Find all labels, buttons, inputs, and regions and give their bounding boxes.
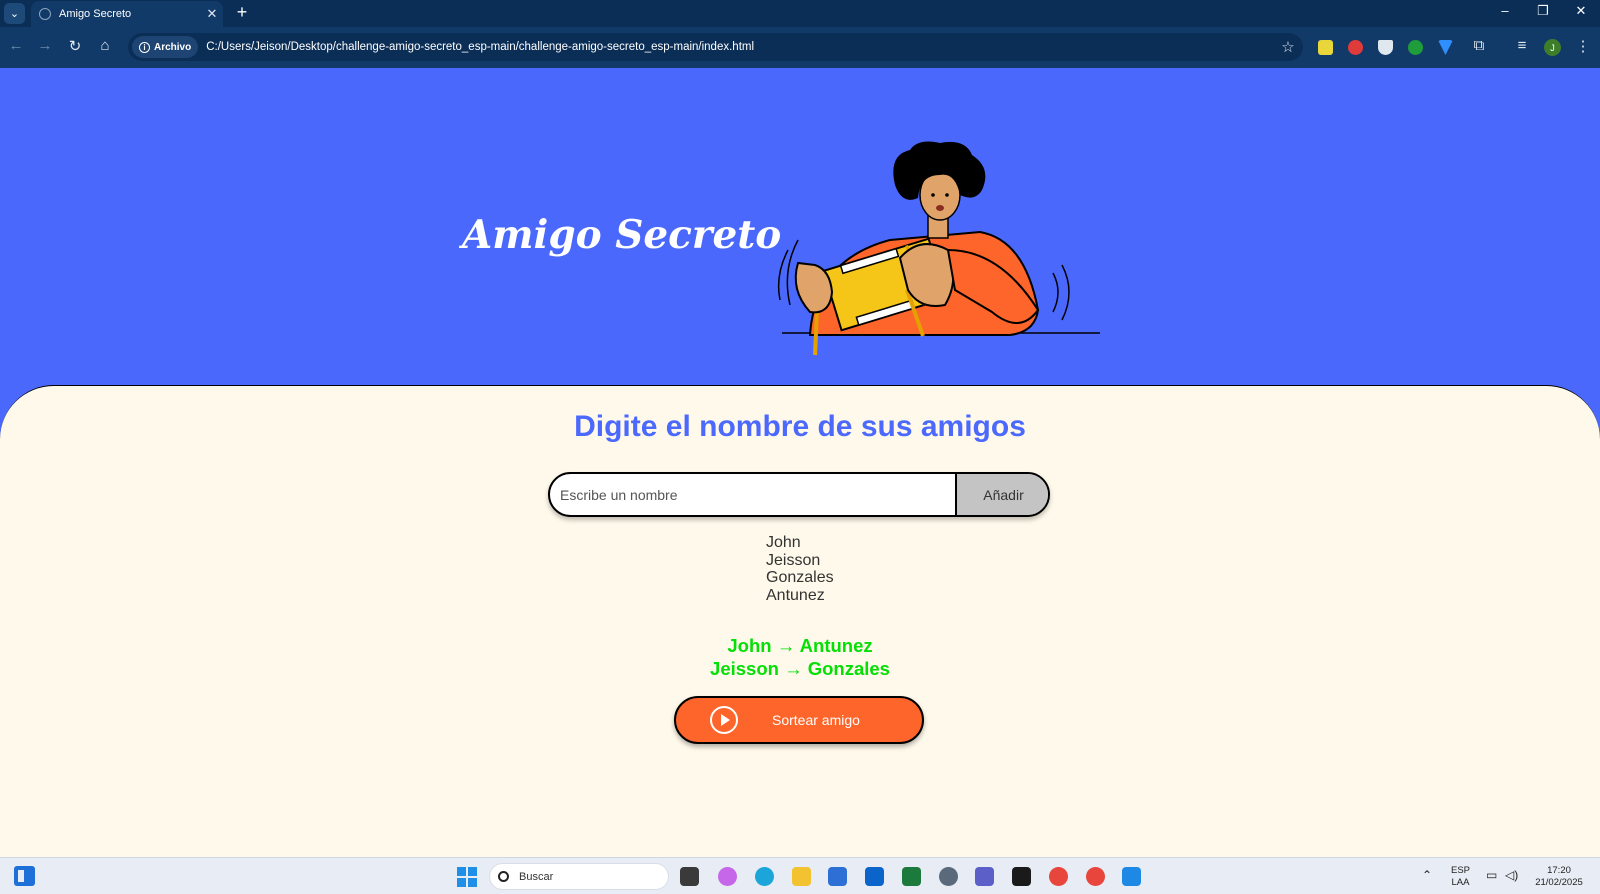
new-tab-button[interactable]: +	[232, 2, 252, 23]
tray-chevron-up-icon[interactable]: ⌃	[1422, 868, 1432, 882]
microsoft-store-icon[interactable]	[828, 867, 847, 886]
list-item: John	[766, 534, 801, 551]
bookmark-star-icon[interactable]: ☆	[1273, 38, 1303, 56]
restore-button[interactable]: ❐	[1528, 3, 1558, 19]
browser-tab-bar: ⌄ Amigo Secreto ✕ + – ❐ ✕	[0, 0, 1600, 27]
close-window-button[interactable]: ✕	[1566, 3, 1596, 19]
teams-icon[interactable]	[975, 867, 994, 886]
outlook-icon[interactable]	[865, 867, 884, 886]
search-icon	[498, 871, 509, 882]
section-title: Digite el nombre de sus amigos	[574, 410, 1026, 443]
keyboard-layout: LAA	[1451, 877, 1470, 888]
site-chip-label: Archivo	[154, 41, 192, 53]
taskbar: Buscar ⌃ ESP LAA ▭ ◁) 17:20 21/02/2025	[0, 857, 1600, 894]
friends-list: John Jeisson Gonzales Antunez	[766, 534, 834, 604]
list-item: Antunez	[766, 586, 825, 604]
profile-avatar[interactable]: J	[1544, 39, 1561, 56]
globe-icon	[39, 8, 51, 20]
main-panel: Digite el nombre de sus amigos Añadir Jo…	[0, 385, 1600, 857]
result-item: Jeisson → Gonzales	[710, 658, 890, 679]
hero-title: Amigo Secreto	[462, 212, 782, 258]
task-view-icon[interactable]	[680, 867, 699, 886]
settings-gear-icon[interactable]	[939, 867, 958, 886]
list-item: Jeisson	[766, 551, 821, 569]
more-menu-icon[interactable]: ⋮	[1572, 37, 1594, 55]
minimize-button[interactable]: –	[1490, 3, 1520, 18]
extension-4-icon[interactable]	[1408, 40, 1423, 55]
site-info-chip[interactable]: i Archivo	[132, 36, 199, 58]
add-button[interactable]: Añadir	[955, 474, 1048, 515]
draw-button-label: Sortear amigo	[772, 712, 860, 728]
person-holding-gift-illustration	[777, 141, 1100, 356]
media-control-icon[interactable]: ≡	[1511, 37, 1533, 54]
clock-date: 21/02/2025	[1535, 877, 1583, 888]
chrome-icon[interactable]	[1049, 867, 1068, 886]
extension-2-icon[interactable]	[1348, 40, 1363, 55]
url-text[interactable]: C:/Users/Jeison/Desktop/challenge-amigo-…	[206, 41, 1273, 53]
name-input-group: Añadir	[548, 472, 1050, 517]
network-icon[interactable]: ▭	[1486, 868, 1497, 882]
chrome-profile-icon[interactable]	[1086, 867, 1105, 886]
file-explorer-icon[interactable]	[792, 867, 811, 886]
play-icon	[710, 706, 738, 734]
draw-friend-button[interactable]: Sortear amigo	[674, 696, 924, 744]
clock[interactable]: 17:20 21/02/2025	[1530, 865, 1588, 889]
clock-time: 17:20	[1547, 865, 1571, 876]
tab-search-chevron-icon[interactable]: ⌄	[4, 3, 25, 24]
language-code: ESP	[1451, 865, 1471, 876]
edge-icon[interactable]	[755, 867, 774, 886]
copilot-icon[interactable]	[718, 867, 737, 886]
info-icon: i	[139, 41, 150, 53]
shield-extension-icon[interactable]	[1378, 40, 1393, 55]
back-arrow-icon[interactable]: ←	[5, 37, 27, 54]
taskbar-search-placeholder: Buscar	[519, 870, 554, 883]
reload-icon[interactable]: ↻	[64, 37, 86, 55]
result-item: John → Antunez	[727, 635, 873, 656]
taskbar-search-input[interactable]: Buscar	[489, 863, 669, 890]
start-windows-icon[interactable]	[457, 867, 477, 887]
forward-arrow-icon[interactable]: →	[34, 37, 56, 54]
home-icon[interactable]: ⌂	[94, 37, 116, 54]
excel-icon[interactable]	[902, 867, 921, 886]
extension-5-icon[interactable]	[1438, 40, 1453, 55]
address-bar[interactable]: i Archivo C:/Users/Jeison/Desktop/challe…	[128, 33, 1303, 61]
terminal-icon[interactable]	[1012, 867, 1031, 886]
browser-toolbar: ← → ↻ ⌂ i Archivo C:/Users/Jeison/Deskto…	[0, 27, 1600, 68]
tab-amigo-secreto[interactable]: Amigo Secreto ✕	[31, 1, 223, 27]
close-tab-icon[interactable]: ✕	[201, 6, 223, 22]
vscode-icon[interactable]	[1122, 867, 1141, 886]
extension-1-icon[interactable]	[1318, 40, 1333, 55]
draw-results-list: John → Antunez Jeisson → Gonzales	[0, 634, 1600, 680]
list-item: Gonzales	[766, 569, 834, 586]
tab-title: Amigo Secreto	[59, 8, 132, 20]
name-input[interactable]	[550, 474, 958, 515]
extensions-puzzle-icon[interactable]: ⧉	[1468, 37, 1490, 54]
widgets-icon[interactable]	[14, 866, 35, 886]
language-indicator[interactable]: ESP LAA	[1451, 865, 1470, 889]
volume-icon[interactable]: ◁)	[1505, 868, 1518, 882]
